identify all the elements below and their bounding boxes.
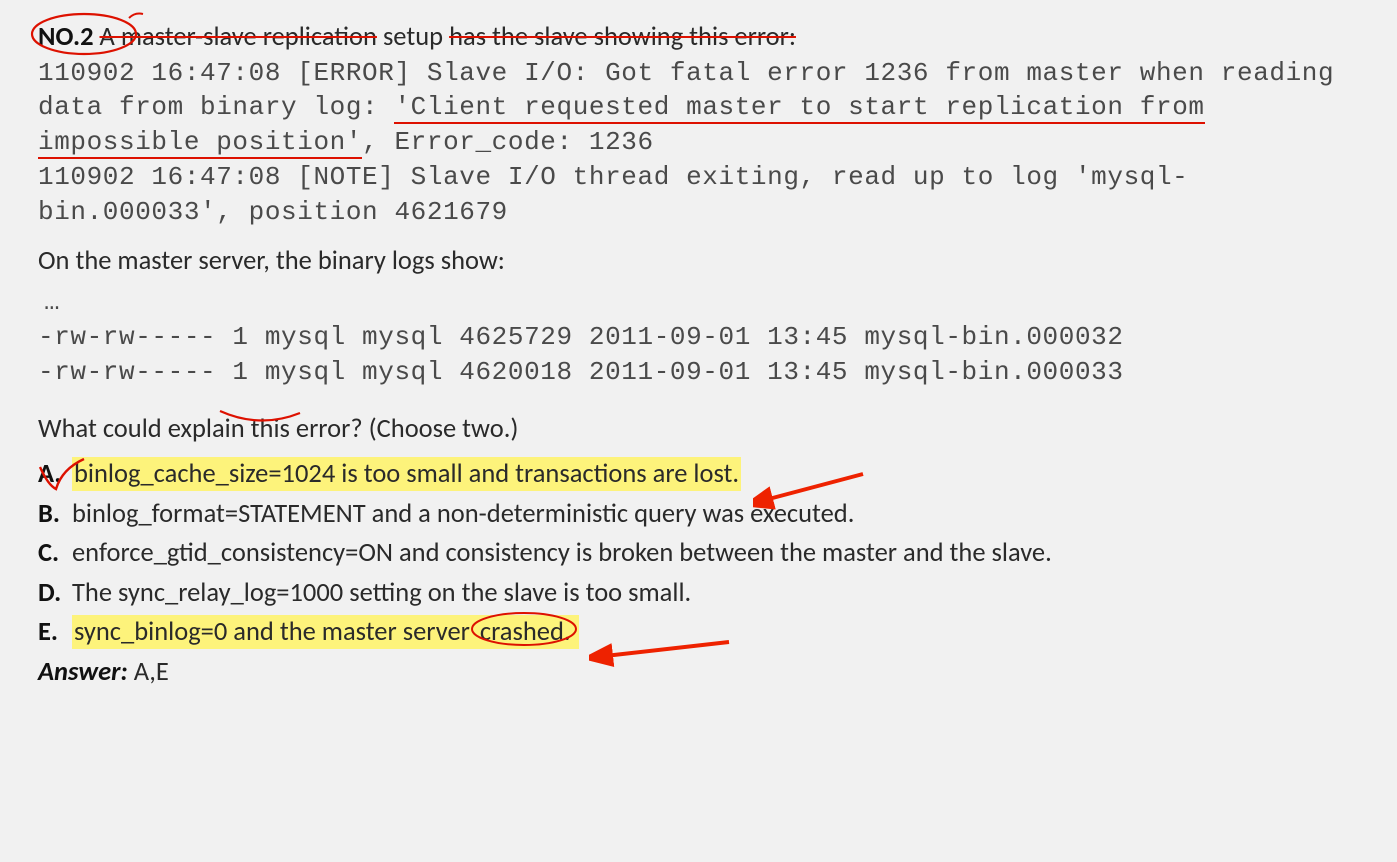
answer-value: A,E [134, 656, 169, 688]
ls-output: … -rw-rw----- 1 mysql mysql 4625729 2011… [38, 285, 1359, 389]
option-a-text: binlog_cache_size=1024 is too small and … [72, 457, 741, 491]
intro-text-1: A master-slave replication [100, 21, 377, 53]
option-d-text: The sync_relay_log=1000 setting on the s… [72, 577, 691, 609]
question-number: NO.2 [38, 21, 94, 53]
option-b-text: binlog_format=STATEMENT and a non-determ… [72, 498, 854, 530]
log-text-1c: , Error_code: 1236 [362, 127, 654, 157]
answer-line: Answer: A,E [38, 655, 1359, 691]
log-text-2: 110902 16:47:08 [NOTE] Slave I/O thread … [38, 160, 1359, 230]
ellipsis: … [44, 285, 1359, 320]
question-header: NO.2 A master-slave replication setup ha… [38, 20, 1359, 56]
option-b-label: B. [38, 497, 66, 533]
option-a-label: A. [38, 457, 66, 493]
option-b: B. binlog_format=STATEMENT and a non-det… [38, 497, 1359, 533]
intro-text-2: setup [377, 21, 449, 53]
ls-line-2: -rw-rw----- 1 mysql mysql 4620018 2011-0… [38, 355, 1359, 390]
binlog-intro: On the master server, the binary logs sh… [38, 244, 1359, 280]
ls-line-1: -rw-rw----- 1 mysql mysql 4625729 2011-0… [38, 320, 1359, 355]
option-d: D. The sync_relay_log=1000 setting on th… [38, 576, 1359, 612]
option-c-text: enforce_gtid_consistency=ON and consiste… [72, 537, 1052, 569]
answer-label: Answer: [38, 656, 128, 688]
option-c-label: C. [38, 536, 66, 572]
error-log: 110902 16:47:08 [ERROR] Slave I/O: Got f… [38, 56, 1359, 230]
intro-text-3: has the slave showing this error: [449, 21, 796, 53]
question-prompt: What could explain this error? (Choose t… [38, 412, 1359, 448]
option-e-text-a: sync_binlog=0 and the master server [72, 615, 478, 649]
option-e-label: E. [38, 615, 66, 651]
option-e: E. sync_binlog=0 and the master server c… [38, 615, 1359, 651]
option-c: C. enforce_gtid_consistency=ON and consi… [38, 536, 1359, 572]
option-a: A. binlog_cache_size=1024 is too small a… [38, 457, 1359, 493]
option-e-text-b: crashed. [478, 615, 579, 649]
option-d-label: D. [38, 576, 66, 612]
